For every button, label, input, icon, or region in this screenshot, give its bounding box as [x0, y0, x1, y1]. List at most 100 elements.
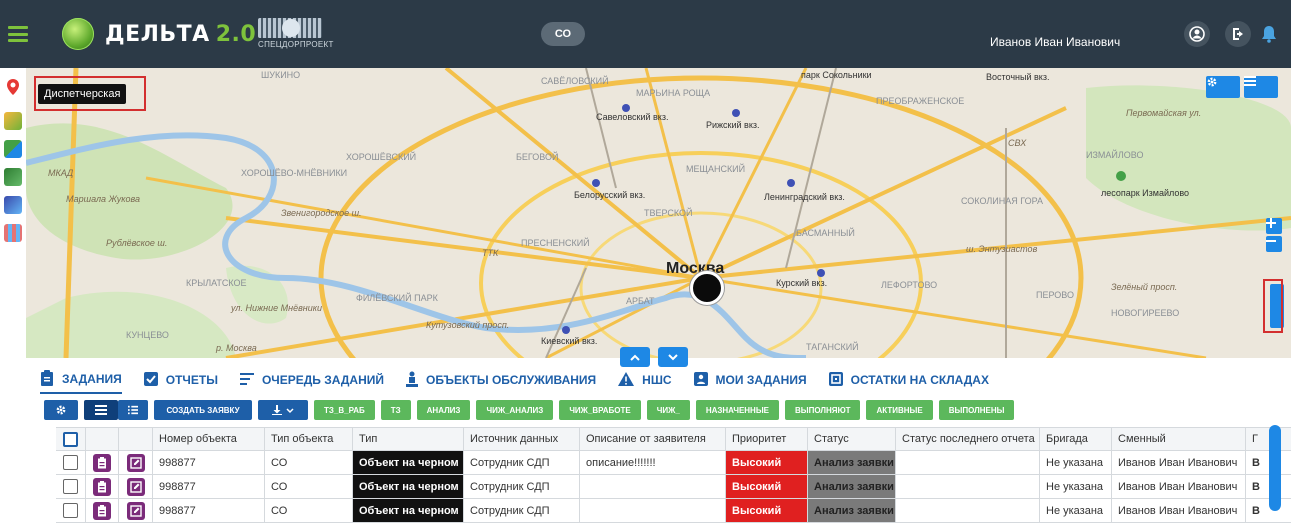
- truck-icon[interactable]: [4, 168, 22, 186]
- map-label: СОКОЛИНАЯ ГОРА: [961, 196, 1043, 206]
- row-action-cell: [119, 475, 153, 498]
- type-badge: Объект на черном: [353, 499, 463, 522]
- clipboard-icon[interactable]: [93, 501, 111, 520]
- type-cell: Объект на черном: [353, 475, 464, 498]
- location-marker-icon[interactable]: [690, 271, 724, 305]
- user-profile-button[interactable]: [1184, 21, 1210, 47]
- status-cell: Анализ заявки: [808, 451, 896, 474]
- org-badge[interactable]: СО: [541, 22, 585, 46]
- header-cell[interactable]: Статус последнего отчета: [896, 428, 1040, 450]
- edit-icon[interactable]: [126, 477, 145, 496]
- zoom-in-button[interactable]: [1266, 218, 1282, 234]
- status-badge: Анализ заявки: [808, 475, 895, 498]
- filter-button[interactable]: АНАЛИЗ: [416, 400, 471, 420]
- header-cell: [86, 428, 119, 450]
- map-label: ХОРОШЁВО-МНЁВНИКИ: [241, 168, 348, 178]
- header-cell[interactable]: Статус: [808, 428, 896, 450]
- table-row[interactable]: 998877 СО Объект на черном Сотрудник СДП…: [56, 451, 1291, 475]
- table-scrollbar[interactable]: [1269, 425, 1281, 511]
- filter-button[interactable]: ВЫПОЛНЕНЫ: [938, 400, 1015, 420]
- tab-warehouse-stock[interactable]: ОСТАТКИ НА СКЛАДАХ: [828, 366, 989, 394]
- map-label: МАРЬИНА РОЩА: [636, 88, 711, 98]
- type-cell: Объект на черном: [353, 499, 464, 522]
- calendar-icon[interactable]: [4, 224, 22, 242]
- collapse-down-button[interactable]: [658, 347, 688, 367]
- type-cell: Объект на черном: [353, 451, 464, 474]
- map-pin-icon[interactable]: [4, 78, 22, 96]
- clipboard-icon[interactable]: [93, 477, 111, 496]
- map-label: СВХ: [1008, 138, 1027, 148]
- select-all-checkbox[interactable]: [63, 431, 78, 447]
- header-cell[interactable]: Бригада: [1040, 428, 1112, 450]
- view-compact-button[interactable]: [84, 400, 118, 420]
- status-badge: Анализ заявки: [808, 499, 895, 522]
- row-checkbox[interactable]: [63, 455, 78, 470]
- tab-nshs[interactable]: НШС: [618, 366, 672, 394]
- filter-button[interactable]: НАЗНАЧЕННЫЕ: [695, 400, 780, 420]
- row-action-cell: [86, 499, 119, 522]
- header-cell[interactable]: Тип объекта: [265, 428, 353, 450]
- filter-button[interactable]: ВЫПОЛНЯЮТ: [785, 400, 861, 420]
- create-request-button[interactable]: СОЗДАТЬ ЗАЯВКУ: [154, 400, 252, 420]
- export-button[interactable]: [258, 400, 308, 420]
- filter-button[interactable]: ЧИЖ_ВРАБОТЕ: [559, 400, 641, 420]
- tab-label: ОЧЕРЕДЬ ЗАДАНИЙ: [261, 373, 384, 387]
- table-row[interactable]: 998877 СО Объект на черном Сотрудник СДП…: [56, 499, 1291, 523]
- table-settings-button[interactable]: [44, 400, 78, 420]
- header-cell[interactable]: Источник данных: [464, 428, 580, 450]
- row-checkbox[interactable]: [63, 479, 78, 494]
- edit-icon[interactable]: [126, 501, 145, 520]
- map-label: Ленинградский вкз.: [764, 192, 845, 202]
- row-select-cell: [56, 499, 86, 522]
- filter-button[interactable]: ЧИЖ_: [646, 400, 690, 420]
- map-label: ФИЛЁВСКИЙ ПАРК: [356, 293, 438, 303]
- tab-my-tasks[interactable]: МОИ ЗАДАНИЯ: [693, 366, 807, 394]
- map-settings-button[interactable]: [1206, 76, 1240, 98]
- clipboard-icon[interactable]: [93, 453, 111, 472]
- logout-icon: [1233, 28, 1243, 40]
- tab-service-objects[interactable]: ОБЪЕКТЫ ОБСЛУЖИВАНИЯ: [406, 366, 596, 394]
- filter-button[interactable]: ТЗ: [380, 400, 411, 420]
- header-cell[interactable]: Сменный: [1112, 428, 1246, 450]
- edit-icon[interactable]: [126, 453, 145, 472]
- priority-badge: Высокий: [726, 475, 807, 498]
- logout-button[interactable]: [1225, 21, 1251, 47]
- filter-button[interactable]: ЧИЖ_АНАЛИЗ: [476, 400, 554, 420]
- user-circle-icon: [1189, 26, 1205, 42]
- tab-tasks[interactable]: ЗАДАНИЯ: [40, 366, 122, 394]
- map-label: Белорусский вкз.: [574, 190, 646, 200]
- filter-button[interactable]: АКТИВНЫЕ: [866, 400, 933, 420]
- table-header-row: Номер объекта Тип объекта Тип Источник д…: [56, 427, 1291, 451]
- map-label: ПРЕОБРАЖЕНСКОЕ: [876, 96, 965, 106]
- tab-reports[interactable]: ОТЧЕТЫ: [143, 366, 218, 394]
- bell-icon[interactable]: [1262, 25, 1276, 43]
- table-row[interactable]: 998877 СО Объект на черном Сотрудник СДП…: [56, 475, 1291, 499]
- source-cell: Сотрудник СДП: [464, 475, 580, 498]
- expand-up-button[interactable]: [620, 347, 650, 367]
- header-cell[interactable]: Приоритет: [726, 428, 808, 450]
- menu-icon[interactable]: [8, 26, 28, 42]
- map-layers-button[interactable]: [1244, 76, 1278, 98]
- search-doc-icon[interactable]: [4, 196, 22, 214]
- tab-task-queue[interactable]: ОЧЕРЕДЬ ЗАДАНИЙ: [239, 366, 384, 394]
- plus-icon: [1266, 218, 1276, 228]
- partner-logo-mark: [258, 18, 322, 38]
- left-sidebar: [0, 68, 26, 288]
- brigade-cell: Не указана: [1040, 499, 1112, 522]
- map-label: ШУКИНО: [261, 70, 301, 80]
- header-cell[interactable]: Описание от заявителя: [580, 428, 726, 450]
- download-icon: [272, 405, 294, 415]
- view-list-button[interactable]: [118, 400, 148, 420]
- type-badge: Объект на черном: [353, 451, 463, 474]
- map-label: Савеловский вкз.: [596, 112, 669, 122]
- filter-button[interactable]: ТЗ_В_РАБ: [314, 400, 375, 420]
- header-cell[interactable]: Тип: [353, 428, 464, 450]
- header-cell[interactable]: Номер объекта: [153, 428, 265, 450]
- row-checkbox[interactable]: [63, 503, 78, 518]
- map-label: лесопарк Измайлово: [1101, 188, 1190, 198]
- dispatch-icon[interactable]: [4, 112, 22, 130]
- tab-label: НШС: [642, 373, 672, 387]
- reports-grid-icon[interactable]: [4, 140, 22, 158]
- map-view[interactable]: ШУКИНО САВЁЛОВСКИЙ МАРЬИНА РОЩА парк Сок…: [26, 68, 1291, 358]
- zoom-out-button[interactable]: [1266, 236, 1282, 252]
